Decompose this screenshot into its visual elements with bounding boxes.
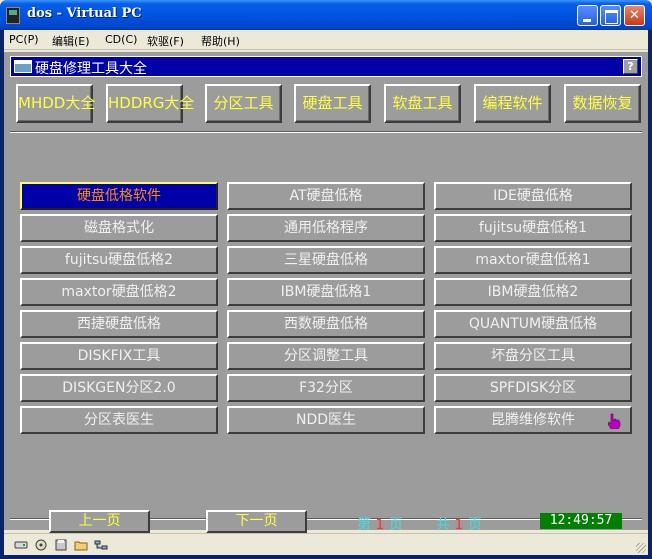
item-maxtor-low-format-1[interactable]: maxtor硬盘低格1 [434,246,632,274]
page-current: 1 [375,517,385,533]
help-button[interactable]: ? [623,59,638,74]
item-partition-table-doctor[interactable]: 分区表医生 [20,406,218,434]
item-low-level-format-software[interactable]: 硬盘低格软件 [20,182,218,210]
dos-app-title-bar: 硬盘修理工具大全 ? [10,56,642,77]
title-bar[interactable]: dos - Virtual PC ✕ [0,0,652,30]
total-prefix: 共 [436,517,450,533]
clock-display: 12:49:57 [540,513,622,529]
prev-page-button[interactable]: 上一页 [49,510,150,533]
hand-pointer-icon [607,413,621,429]
menu-pc[interactable]: PC(P) [9,33,39,46]
item-seagate-low-format[interactable]: 西捷硬盘低格 [20,310,218,338]
item-ndd-doctor[interactable]: NDD医生 [227,406,425,434]
floppy-icon[interactable] [54,539,68,551]
top-button-harddisk[interactable]: 硬盘工具 [294,84,371,123]
total-page-indicator: 共 1 页 [436,514,482,534]
window-icon [14,60,32,73]
minimize-button[interactable] [577,5,598,26]
item-ibm-low-format-2[interactable]: IBM硬盘低格2 [434,278,632,306]
top-button-hddrg[interactable]: HDDRG大全 [106,84,194,123]
item-quantum-repair-label: 昆腾维修软件 [491,412,575,428]
top-button-mhdd[interactable]: MHDD大全 [16,84,95,123]
virtual-pc-icon[interactable] [6,7,20,24]
window-client: PC(P) 编辑(E) CD(C) 软驱(F) 帮助(H) 硬盘修理工具大全 ?… [4,30,648,555]
item-generic-low-format[interactable]: 通用低格程序 [227,214,425,242]
menu-floppy[interactable]: 软驱(F) [147,33,184,49]
item-diskfix-tool[interactable]: DISKFIX工具 [20,342,218,370]
item-ibm-low-format-1[interactable]: IBM硬盘低格1 [227,278,425,306]
item-diskgen-partition[interactable]: DISKGEN分区2.0 [20,374,218,402]
menu-edit[interactable]: 编辑(E) [52,33,90,49]
page-total: 1 [454,517,464,533]
resize-grip[interactable] [636,543,646,553]
item-at-low-format[interactable]: AT硬盘低格 [227,182,425,210]
hard-disk-icon[interactable] [14,539,28,551]
window-title: dos - Virtual PC [27,6,142,21]
item-samsung-low-format[interactable]: 三星硬盘低格 [227,246,425,274]
item-fujitsu-low-format-2[interactable]: fujitsu硬盘低格2 [20,246,218,274]
page-prefix: 第 [357,517,371,533]
maximize-button[interactable] [600,5,621,26]
item-quantum-low-format[interactable]: QUANTUM硬盘低格 [434,310,632,338]
item-ide-low-format[interactable]: IDE硬盘低格 [434,182,632,210]
menu-cd[interactable]: CD(C) [105,33,137,46]
item-bad-disk-partition-tool[interactable]: 坏盘分区工具 [434,342,632,370]
top-button-programming[interactable]: 编程软件 [474,84,551,123]
page-suffix: 页 [388,517,403,533]
network-icon[interactable] [94,539,108,551]
close-button[interactable]: ✕ [624,5,645,26]
top-button-data-recovery[interactable]: 数据恢复 [564,84,641,123]
current-page-indicator: 第 1 页 [357,514,403,534]
dos-app-title: 硬盘修理工具大全 [35,61,147,77]
item-quantum-repair-software[interactable]: 昆腾维修软件 [434,406,632,434]
item-f32-partition[interactable]: F32分区 [227,374,425,402]
item-fujitsu-low-format-1[interactable]: fujitsu硬盘低格1 [434,214,632,242]
shared-folder-icon[interactable] [74,539,88,551]
menu-bar: PC(P) 编辑(E) CD(C) 软驱(F) 帮助(H) [4,30,648,50]
item-disk-format[interactable]: 磁盘格式化 [20,214,218,242]
next-page-button[interactable]: 下一页 [206,510,307,533]
item-spfdisk-partition[interactable]: SPFDISK分区 [434,374,632,402]
divider-top [10,131,642,133]
total-suffix: 页 [467,517,482,533]
item-wd-low-format[interactable]: 西数硬盘低格 [227,310,425,338]
top-button-floppy[interactable]: 软盘工具 [384,84,461,123]
cd-icon[interactable] [34,539,48,551]
item-partition-adjust-tool[interactable]: 分区调整工具 [227,342,425,370]
item-maxtor-low-format-2[interactable]: maxtor硬盘低格2 [20,278,218,306]
dos-screen[interactable]: 硬盘修理工具大全 ? MHDD大全 HDDRG大全 分区工具 硬盘工具 软盘工具… [4,52,648,530]
menu-help[interactable]: 帮助(H) [201,33,240,49]
status-bar [4,533,648,555]
top-button-partition[interactable]: 分区工具 [205,84,282,123]
